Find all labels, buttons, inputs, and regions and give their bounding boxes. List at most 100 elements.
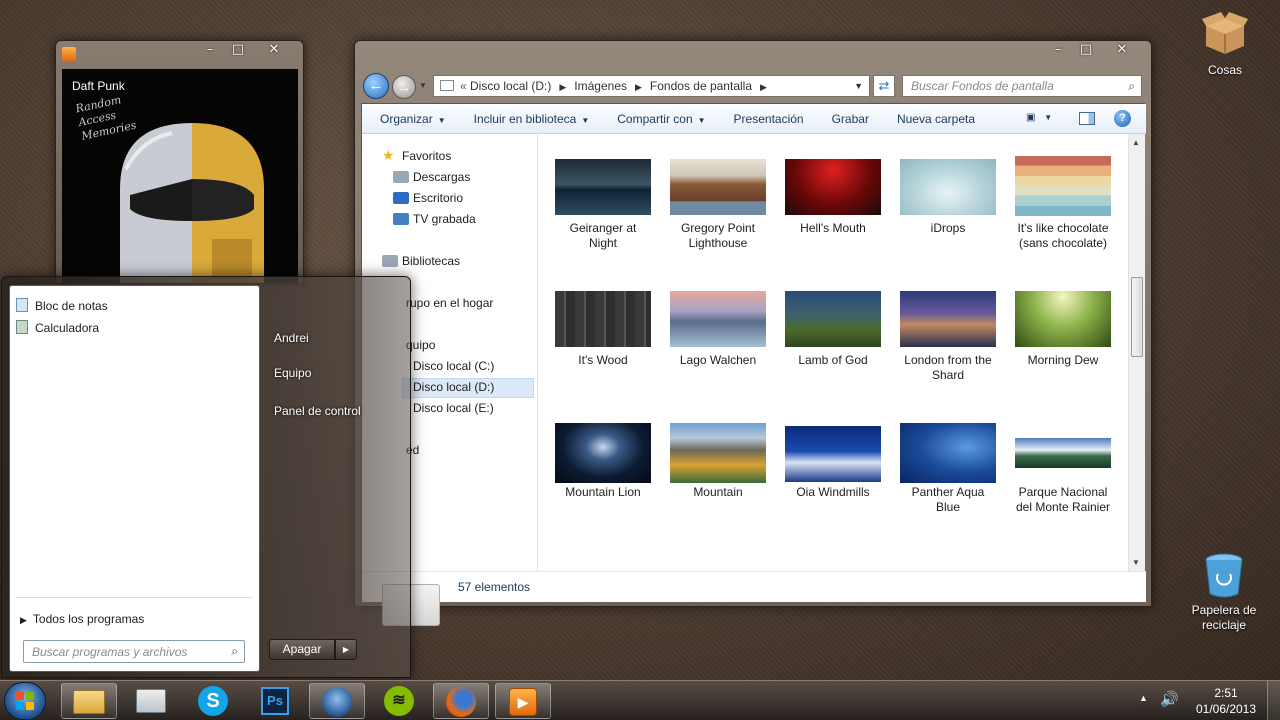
thumbnail[interactable] bbox=[555, 291, 651, 347]
desktop-icon-recycle-bin[interactable]: Papelera de reciclaje bbox=[1184, 552, 1264, 633]
taskbar-firefox[interactable] bbox=[433, 683, 489, 719]
control-panel-link[interactable]: Panel de control bbox=[274, 404, 361, 418]
search-box[interactable]: Buscar Fondos de pantalla ⌕ bbox=[902, 75, 1142, 97]
thumbnail[interactable] bbox=[900, 291, 996, 347]
thumbnail[interactable] bbox=[555, 159, 651, 215]
thumbnail[interactable] bbox=[900, 423, 996, 483]
file-label[interactable]: Mountain Lion bbox=[545, 485, 661, 500]
thumbnail[interactable] bbox=[670, 159, 766, 215]
taskbar-media-player[interactable]: ▶ bbox=[495, 683, 551, 719]
forward-button[interactable]: → bbox=[392, 75, 416, 99]
taskbar-library[interactable] bbox=[123, 683, 179, 719]
refresh-button[interactable]: ⇄ bbox=[873, 75, 895, 97]
new-folder-button[interactable]: Nueva carpeta bbox=[883, 112, 989, 126]
desktop-icon-cosas[interactable]: Cosas bbox=[1185, 10, 1265, 77]
program-calculator[interactable]: Calculadora bbox=[16, 320, 99, 335]
organize-menu[interactable]: Organizar ▼ bbox=[362, 112, 460, 126]
thumbnail[interactable] bbox=[785, 291, 881, 347]
details-pane: 57 elementos bbox=[362, 571, 1146, 626]
breadcrumb-disk[interactable]: Disco local (D:) bbox=[470, 79, 551, 93]
file-label[interactable]: Parque Nacional del Monte Rainier bbox=[1005, 485, 1121, 515]
show-desktop-button[interactable] bbox=[1267, 681, 1280, 720]
file-label[interactable]: Lago Walchen bbox=[660, 353, 776, 368]
explorer-window[interactable]: – □ ✕ ← → ▼ « Disco local (D:) ▶ Imágenes ▶… bbox=[354, 40, 1152, 626]
media-player-window[interactable]: – □ ✕ Daft Punk Random Access Memories bbox=[55, 40, 304, 284]
file-label[interactable]: iDrops bbox=[890, 221, 1006, 236]
start-search-box[interactable]: Buscar programas y archivos ⌕ bbox=[23, 640, 245, 663]
include-library-menu[interactable]: Incluir en biblioteca ▼ bbox=[460, 112, 604, 126]
all-programs-button[interactable]: ▶ Todos los programas bbox=[20, 612, 144, 626]
minimize-button[interactable]: – bbox=[1045, 42, 1071, 60]
help-button[interactable]: ? bbox=[1114, 110, 1131, 127]
volume-icon[interactable]: 🔊 bbox=[1160, 690, 1179, 708]
clock[interactable]: 2:51 01/06/2013 bbox=[1190, 685, 1262, 717]
nav-disk-c[interactable]: Disco local (C:) bbox=[413, 359, 494, 373]
scroll-thumb[interactable] bbox=[1131, 277, 1143, 357]
taskbar-explorer[interactable] bbox=[61, 683, 117, 719]
shutdown-options-button[interactable]: ▶ bbox=[335, 639, 357, 660]
slideshow-button[interactable]: Presentación bbox=[720, 112, 818, 126]
start-button[interactable] bbox=[4, 682, 46, 720]
tray-show-hidden-icons[interactable]: ▲ bbox=[1139, 693, 1148, 703]
file-label[interactable]: Panther Aqua Blue bbox=[890, 485, 1006, 515]
search-icon[interactable]: ⌕ bbox=[1128, 76, 1135, 96]
file-label[interactable]: Hell's Mouth bbox=[775, 221, 891, 236]
chevron-down-icon: ▼ bbox=[437, 115, 446, 125]
share-menu[interactable]: Compartir con ▼ bbox=[603, 112, 719, 126]
address-bar[interactable]: « Disco local (D:) ▶ Imágenes ▶ Fondos de pa… bbox=[433, 75, 870, 97]
user-link[interactable]: Andrei bbox=[274, 331, 309, 345]
thumbnail[interactable] bbox=[670, 423, 766, 483]
nav-downloads[interactable]: Descargas bbox=[413, 170, 470, 184]
nav-favorites[interactable]: Favoritos bbox=[402, 149, 451, 163]
nav-desktop[interactable]: Escritorio bbox=[413, 191, 463, 205]
address-dropdown-icon[interactable]: ▼ bbox=[854, 76, 863, 96]
thumbnail[interactable] bbox=[555, 423, 651, 483]
program-notepad[interactable]: Bloc de notas bbox=[16, 298, 108, 313]
taskbar-skype[interactable]: S bbox=[185, 683, 241, 719]
taskbar-start-menu[interactable] bbox=[309, 683, 365, 719]
clock-date: 01/06/2013 bbox=[1195, 702, 1257, 716]
taskbar-spotify[interactable]: ≋ bbox=[371, 683, 427, 719]
thumbnail[interactable] bbox=[900, 159, 996, 215]
back-button[interactable]: ← bbox=[363, 73, 389, 99]
file-label[interactable]: Mountain bbox=[660, 485, 776, 500]
taskbar-photoshop[interactable]: Ps bbox=[247, 683, 303, 719]
maximize-button[interactable]: □ bbox=[1073, 42, 1099, 60]
vertical-scrollbar[interactable]: ▲ ▼ bbox=[1128, 134, 1145, 571]
computer-link[interactable]: Equipo bbox=[274, 366, 311, 380]
minimize-button[interactable]: – bbox=[197, 42, 223, 60]
recent-pages-dropdown[interactable]: ▼ bbox=[419, 81, 427, 90]
nav-homegroup[interactable]: rupo en el hogar bbox=[406, 296, 493, 310]
close-button[interactable]: ✕ bbox=[261, 42, 287, 60]
scroll-down-button[interactable]: ▼ bbox=[1132, 558, 1140, 567]
scroll-up-button[interactable]: ▲ bbox=[1132, 138, 1140, 147]
thumbnail[interactable] bbox=[785, 159, 881, 215]
breadcrumb-images[interactable]: Imágenes bbox=[574, 79, 627, 93]
tv-icon bbox=[393, 213, 409, 225]
close-button[interactable]: ✕ bbox=[1109, 42, 1135, 60]
thumbnail[interactable] bbox=[1015, 438, 1111, 468]
file-label[interactable]: Geiranger at Night bbox=[545, 221, 661, 251]
breadcrumb-wallpapers[interactable]: Fondos de pantalla bbox=[650, 79, 752, 93]
file-label[interactable]: It's Wood bbox=[545, 353, 661, 368]
nav-libraries[interactable]: Bibliotecas bbox=[402, 254, 460, 268]
preview-pane-button[interactable] bbox=[1079, 112, 1095, 125]
shutdown-button[interactable]: Apagar bbox=[269, 639, 335, 660]
burn-button[interactable]: Grabar bbox=[818, 112, 883, 126]
thumbnail[interactable] bbox=[1015, 156, 1111, 216]
thumbnail[interactable] bbox=[785, 426, 881, 482]
file-label[interactable]: London from the Shard bbox=[890, 353, 1006, 383]
thumbnail[interactable] bbox=[670, 291, 766, 347]
nav-recorded-tv[interactable]: TV grabada bbox=[413, 212, 476, 226]
file-label[interactable]: Oia Windmills bbox=[775, 485, 891, 500]
file-label[interactable]: It's like chocolate (sans chocolate) bbox=[1005, 221, 1121, 251]
nav-disk-d[interactable]: Disco local (D:) bbox=[413, 380, 494, 394]
maximize-button[interactable]: □ bbox=[225, 42, 251, 60]
nav-disk-e[interactable]: Disco local (E:) bbox=[413, 401, 494, 415]
file-label[interactable]: Lamb of God bbox=[775, 353, 891, 368]
desktop-icon-label: Cosas bbox=[1207, 63, 1242, 77]
view-options-button[interactable]: ▣ ▼ bbox=[1026, 112, 1066, 126]
thumbnail[interactable] bbox=[1015, 291, 1111, 347]
file-label[interactable]: Morning Dew bbox=[1005, 353, 1121, 368]
file-label[interactable]: Gregory Point Lighthouse bbox=[660, 221, 776, 251]
